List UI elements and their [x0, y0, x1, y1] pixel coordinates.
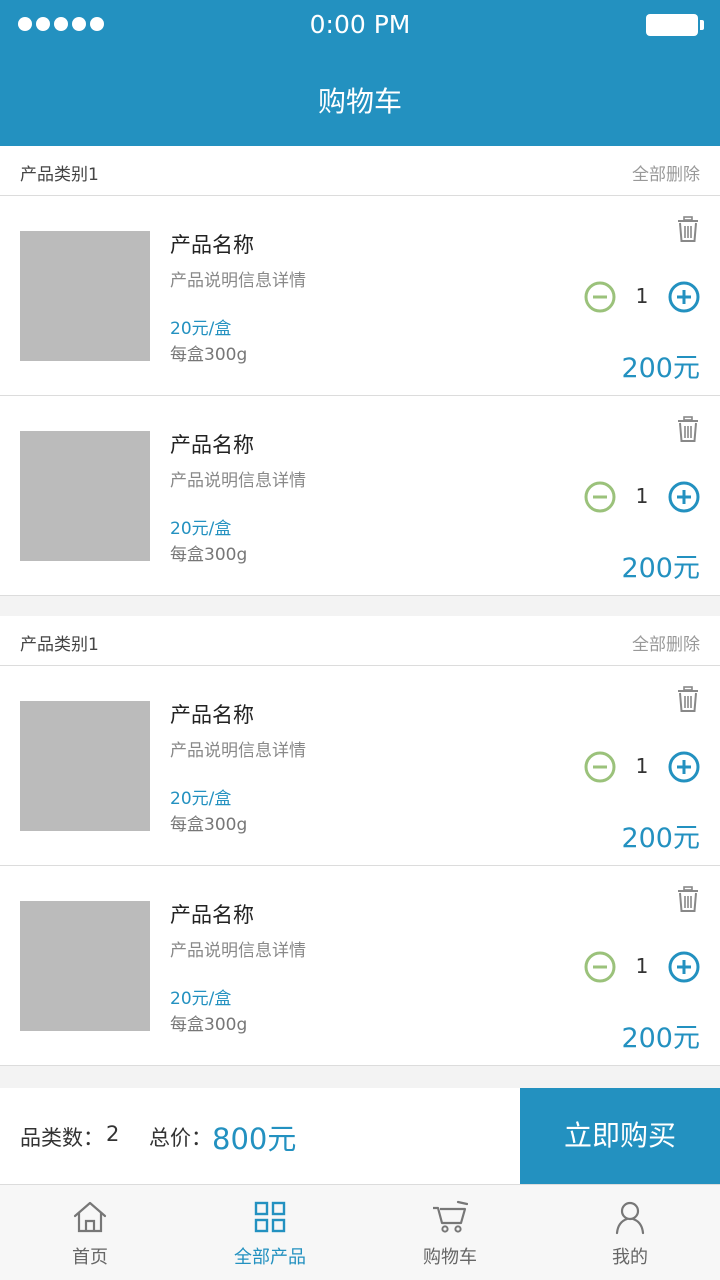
item-subtotal: 200元	[621, 553, 700, 584]
trash-icon[interactable]	[676, 886, 700, 912]
cart-item: 产品名称 产品说明信息详情 20元/盒 每盒300g 1 200元	[0, 396, 720, 596]
battery-icon	[646, 14, 704, 36]
group-header: 产品类别1 全部删除	[0, 616, 720, 666]
tab-label: 我的	[612, 1247, 648, 1268]
item-subtotal: 200元	[621, 823, 700, 854]
total-price-label: 总价：	[149, 1126, 212, 1150]
total-price-value: 800元	[212, 1122, 297, 1156]
trash-icon[interactable]	[676, 686, 700, 712]
product-weight: 每盒300g	[170, 545, 248, 565]
delete-all-button[interactable]: 全部删除	[632, 630, 700, 655]
delete-all-button[interactable]: 全部删除	[632, 160, 700, 185]
quantity-value[interactable]: 1	[626, 284, 658, 308]
minus-circle-icon[interactable]	[584, 481, 616, 513]
product-weight: 每盒300g	[170, 345, 248, 365]
product-unit-price: 20元/盒	[170, 519, 232, 539]
minus-circle-icon[interactable]	[584, 751, 616, 783]
product-description: 产品说明信息详情	[170, 741, 306, 761]
title-bar: 购物车	[0, 50, 720, 146]
group-name: 产品类别1	[20, 635, 99, 655]
product-description: 产品说明信息详情	[170, 471, 306, 491]
tab-label: 首页	[72, 1247, 108, 1268]
product-image[interactable]	[20, 431, 150, 561]
tab-label: 购物车	[423, 1247, 477, 1268]
group-header: 产品类别1 全部删除	[0, 146, 720, 196]
product-name: 产品名称	[170, 903, 254, 927]
tab-cart[interactable]: 购物车	[360, 1185, 540, 1280]
quantity-stepper: 1	[584, 750, 700, 784]
product-unit-price: 20元/盒	[170, 319, 232, 339]
product-description: 产品说明信息详情	[170, 271, 306, 291]
home-icon	[73, 1201, 107, 1233]
checkout-bar: 品类数： 2 总价： 800元 立即购买	[0, 1088, 720, 1184]
item-subtotal: 200元	[621, 1023, 700, 1054]
product-name: 产品名称	[170, 433, 254, 457]
quantity-value[interactable]: 1	[626, 754, 658, 778]
tab-home[interactable]: 首页	[0, 1185, 180, 1280]
tab-mine[interactable]: 我的	[540, 1185, 720, 1280]
item-subtotal: 200元	[621, 353, 700, 384]
plus-circle-icon[interactable]	[668, 481, 700, 513]
cart-group: 产品类别1 全部删除 产品名称 产品说明信息详情 20元/盒 每盒300g 1 …	[0, 146, 720, 596]
cart-group: 产品类别1 全部删除 产品名称 产品说明信息详情 20元/盒 每盒300g 1 …	[0, 616, 720, 1066]
product-unit-price: 20元/盒	[170, 989, 232, 1009]
status-time: 0:00 PM	[309, 10, 411, 39]
category-count-value: 2	[106, 1122, 120, 1146]
product-image[interactable]	[20, 701, 150, 831]
product-description: 产品说明信息详情	[170, 941, 306, 961]
status-bar: 0:00 PM	[0, 0, 720, 50]
quantity-stepper: 1	[584, 480, 700, 514]
cart-item: 产品名称 产品说明信息详情 20元/盒 每盒300g 1 200元	[0, 866, 720, 1066]
tab-all-products[interactable]: 全部产品	[180, 1185, 360, 1280]
category-count-label: 品类数：	[20, 1126, 104, 1150]
quantity-value[interactable]: 1	[626, 954, 658, 978]
product-name: 产品名称	[170, 703, 254, 727]
product-weight: 每盒300g	[170, 1015, 248, 1035]
buy-now-button[interactable]: 立即购买	[520, 1088, 720, 1184]
plus-circle-icon[interactable]	[668, 951, 700, 983]
plus-circle-icon[interactable]	[668, 281, 700, 313]
product-image[interactable]	[20, 231, 150, 361]
product-unit-price: 20元/盒	[170, 789, 232, 809]
page-title: 购物车	[317, 85, 402, 118]
product-image[interactable]	[20, 901, 150, 1031]
cart-item: 产品名称 产品说明信息详情 20元/盒 每盒300g 1 200元	[0, 196, 720, 396]
quantity-stepper: 1	[584, 950, 700, 984]
user-icon	[615, 1201, 645, 1235]
minus-circle-icon[interactable]	[584, 281, 616, 313]
cart-icon	[433, 1200, 468, 1233]
product-weight: 每盒300g	[170, 815, 248, 835]
minus-circle-icon[interactable]	[584, 951, 616, 983]
cart-item: 产品名称 产品说明信息详情 20元/盒 每盒300g 1 200元	[0, 666, 720, 866]
quantity-stepper: 1	[584, 280, 700, 314]
tab-label: 全部产品	[234, 1247, 306, 1268]
trash-icon[interactable]	[676, 416, 700, 442]
cart-list[interactable]: 产品类别1 全部删除 产品名称 产品说明信息详情 20元/盒 每盒300g 1 …	[0, 146, 720, 1088]
trash-icon[interactable]	[676, 216, 700, 242]
bottom-tab-bar: 首页 全部产品 购物车 我的	[0, 1184, 720, 1280]
quantity-value[interactable]: 1	[626, 484, 658, 508]
plus-circle-icon[interactable]	[668, 751, 700, 783]
group-name: 产品类别1	[20, 165, 99, 185]
product-name: 产品名称	[170, 233, 254, 257]
grid-icon	[254, 1201, 286, 1233]
